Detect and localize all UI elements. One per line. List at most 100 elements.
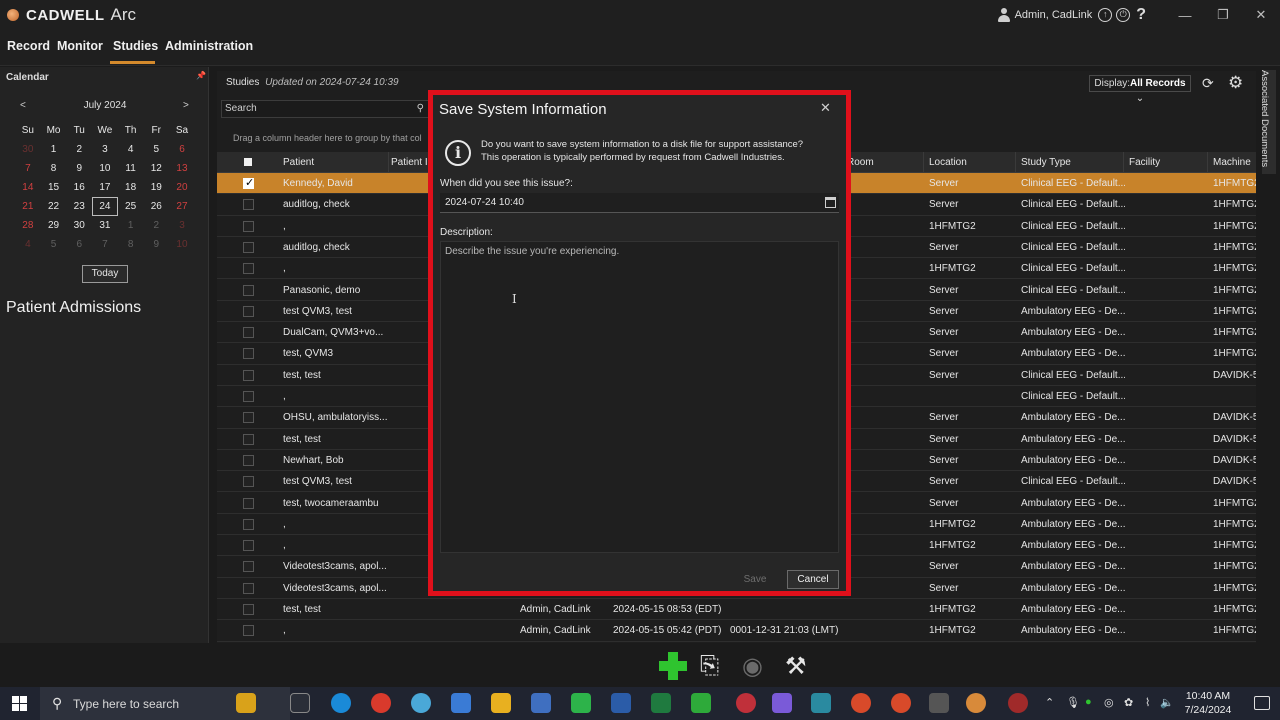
taskbar-clock[interactable]: 10:40 AM 7/24/2024 <box>1170 689 1246 717</box>
row-checkbox[interactable] <box>243 561 254 573</box>
calendar-day[interactable]: 11 <box>118 159 144 178</box>
cadwell-taskbar-icon[interactable] <box>966 693 986 713</box>
calendar-day[interactable]: 1 <box>41 140 67 159</box>
microphone-icon[interactable]: 🎙 <box>1066 696 1080 709</box>
browser-icon[interactable] <box>411 693 431 713</box>
row-checkbox[interactable] <box>243 454 254 466</box>
app-icon[interactable] <box>811 693 831 713</box>
minimize-button[interactable]: — <box>1166 8 1204 23</box>
notifications-icon[interactable] <box>1254 696 1270 710</box>
view-eye-icon[interactable]: ◉ <box>742 652 763 681</box>
calendar-day[interactable]: 10 <box>92 159 118 178</box>
calendar-day[interactable]: 15 <box>41 178 67 197</box>
calendar-day[interactable]: 23 <box>66 197 92 216</box>
row-checkbox[interactable] <box>243 625 254 637</box>
row-checkbox[interactable] <box>243 518 254 530</box>
calendar-day[interactable]: 6 <box>169 140 195 159</box>
search-icon[interactable]: ⚲ <box>417 101 424 117</box>
menu-record[interactable]: Record <box>7 39 50 53</box>
calendar-day[interactable]: 26 <box>143 197 169 216</box>
calendar-day[interactable]: 17 <box>92 178 118 197</box>
calendar-day[interactable]: 8 <box>41 159 67 178</box>
column-room[interactable]: Room <box>847 157 874 168</box>
calendar-day[interactable]: 28 <box>15 216 41 235</box>
calendar-day[interactable]: 31 <box>92 216 118 235</box>
table-row[interactable]: test, test Admin, CadLink 2024-05-15 08:53… <box>217 599 1256 621</box>
table-row[interactable]: , Admin, CadLink 2024-05-15 05:42 (PDT) 000… <box>217 620 1256 642</box>
calendar-day[interactable]: 27 <box>169 197 195 216</box>
chrome-icon[interactable] <box>851 693 871 713</box>
tray-app-icon[interactable]: ✿ <box>1124 696 1133 709</box>
today-button[interactable]: Today <box>82 265 128 283</box>
calendar-day[interactable]: 5 <box>143 140 169 159</box>
calendar-day[interactable]: 2 <box>143 216 169 235</box>
row-checkbox[interactable] <box>243 412 254 424</box>
calendar-day[interactable]: 18 <box>118 178 144 197</box>
associated-documents-label[interactable]: Associated Documents <box>1259 70 1270 167</box>
display-filter-dropdown[interactable]: Display:All Records ⌄ <box>1089 75 1191 104</box>
task-view-icon[interactable] <box>290 693 310 713</box>
calendar-day[interactable]: 25 <box>118 197 144 216</box>
calendar-month[interactable]: July 2024 <box>60 100 150 111</box>
calendar-day[interactable]: 4 <box>118 140 144 159</box>
calendar-day[interactable]: 4 <box>15 235 41 254</box>
add-study-icon[interactable] <box>659 652 687 680</box>
dialog-close-icon[interactable]: ✕ <box>820 100 831 116</box>
description-textarea[interactable]: Describe the issue you're experiencing. <box>440 241 839 553</box>
row-checkbox[interactable] <box>243 433 254 445</box>
refresh-icon[interactable]: ⟳ <box>1202 75 1214 92</box>
pin-icon[interactable]: 📌 <box>196 71 206 80</box>
calendar-day[interactable]: 14 <box>15 178 41 197</box>
calendar-day[interactable]: 13 <box>169 159 195 178</box>
row-checkbox[interactable] <box>243 582 254 594</box>
calendar-day[interactable]: 5 <box>41 235 67 254</box>
column-study-type[interactable]: Study Type <box>1021 157 1071 168</box>
search-input[interactable]: Search ⚲ <box>221 100 429 118</box>
column-machine[interactable]: Machine <box>1213 157 1251 168</box>
row-checkbox[interactable] <box>243 327 254 339</box>
calendar-day[interactable]: 29 <box>41 216 67 235</box>
row-checkbox[interactable] <box>243 241 254 253</box>
gear-icon[interactable]: ⚙ <box>1228 73 1243 93</box>
calendar-day[interactable]: 12 <box>143 159 169 178</box>
calendar-day[interactable]: 3 <box>169 216 195 235</box>
calendar-day[interactable]: 8 <box>118 235 144 254</box>
column-divider[interactable] <box>1015 152 1016 173</box>
next-month-button[interactable]: > <box>183 100 189 111</box>
calendar-day[interactable]: 3 <box>92 140 118 159</box>
meeting-icon[interactable] <box>571 693 591 713</box>
row-checkbox[interactable] <box>243 476 254 488</box>
calendar-picker-icon[interactable] <box>825 197 836 208</box>
cancel-button[interactable]: Cancel <box>787 570 839 589</box>
word-icon[interactable] <box>611 693 631 713</box>
edge-icon[interactable] <box>331 693 351 713</box>
column-patient[interactable]: Patient <box>283 157 314 168</box>
app-icon[interactable] <box>691 693 711 713</box>
calendar-day[interactable]: 1 <box>118 216 144 235</box>
calendar-day-selected[interactable]: 24 <box>92 197 118 216</box>
row-checkbox[interactable] <box>243 284 254 296</box>
row-checkbox[interactable] <box>243 369 254 381</box>
column-facility[interactable]: Facility <box>1129 157 1160 168</box>
column-divider[interactable] <box>1207 152 1208 173</box>
status-ok-icon[interactable]: ● <box>1085 696 1092 708</box>
select-all-checkbox[interactable] <box>244 158 252 166</box>
row-checkbox[interactable] <box>243 348 254 360</box>
row-checkbox[interactable] <box>243 199 254 211</box>
windows-start-icon[interactable] <box>12 696 27 711</box>
menu-administration[interactable]: Administration <box>165 39 253 53</box>
row-checkbox[interactable] <box>243 540 254 552</box>
column-location[interactable]: Location <box>929 157 967 168</box>
file-explorer-icon[interactable] <box>491 693 511 713</box>
calendar-day[interactable]: 7 <box>15 159 41 178</box>
power-icon[interactable]: ⏻ <box>1116 8 1131 22</box>
row-checkbox[interactable] <box>243 305 254 317</box>
close-window-button[interactable]: ✕ <box>1242 7 1280 23</box>
tools-icon[interactable]: ⚒ <box>785 652 807 681</box>
network-icon[interactable]: ⌇ <box>1145 696 1150 709</box>
calendar-day[interactable]: 16 <box>66 178 92 197</box>
calendar-day[interactable]: 10 <box>169 235 195 254</box>
calendar-day[interactable]: 2 <box>66 140 92 159</box>
calendar-day[interactable]: 21 <box>15 197 41 216</box>
app-icon[interactable] <box>736 693 756 713</box>
